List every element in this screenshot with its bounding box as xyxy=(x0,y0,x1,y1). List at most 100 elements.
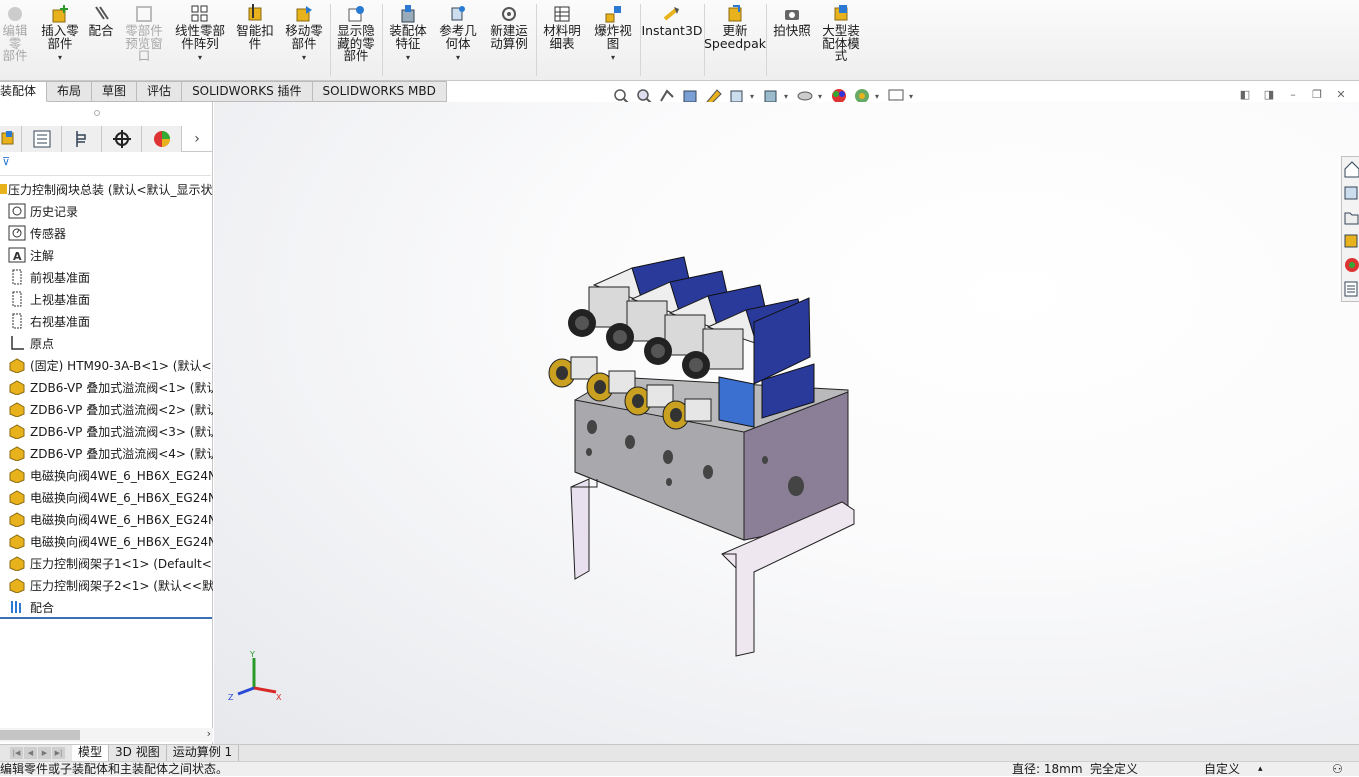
tree-root-assembly[interactable]: 压力控制阀块总装 (默认<默认_显示状 xyxy=(0,178,213,200)
part-icon xyxy=(8,489,26,506)
mate-icon xyxy=(91,4,111,24)
snapshot-icon xyxy=(782,4,802,24)
feature-manager-tab[interactable] xyxy=(0,126,22,152)
last-tab-icon[interactable]: ▶| xyxy=(52,747,65,759)
tree-item-component[interactable]: 电磁换向阀4WE_6_HB6X_EG24N xyxy=(0,508,213,530)
close-icon[interactable]: ✕ xyxy=(1334,88,1348,102)
file-explorer-icon[interactable] xyxy=(1342,205,1359,229)
tab-model[interactable]: 模型 xyxy=(72,745,110,761)
tree-item-component[interactable]: 电磁换向阀4WE_6_HB6X_EG24N xyxy=(0,486,213,508)
tree-item-component[interactable]: ZDB6-VP 叠加式溢流阀<1> (默认 xyxy=(0,376,213,398)
smart-fastener-icon xyxy=(245,4,265,24)
feature-manager-panel: › ⊽ 压力控制阀块总装 (默认<默认_显示状 历史记录 传感器 A 注解 前视… xyxy=(0,102,213,744)
speedpak-icon xyxy=(725,4,745,24)
tab-layout[interactable]: 布局 xyxy=(47,81,93,102)
exploded-view-button[interactable]: 爆炸视 图 ▾ xyxy=(590,4,636,65)
part-icon xyxy=(8,445,26,462)
assembly-feature-button[interactable]: 装配体 特征 ▾ xyxy=(386,4,430,65)
tab-solidworks-mbd[interactable]: SOLIDWORKS MBD xyxy=(312,81,447,102)
panel-horizontal-scrollbar[interactable]: › xyxy=(0,727,213,742)
insert-component-button[interactable]: 插入零 部件 ▾ xyxy=(38,4,82,65)
tree-item-annotations[interactable]: A 注解 xyxy=(0,244,213,266)
tile-right-icon[interactable]: ◨ xyxy=(1262,88,1276,102)
tab-motion-study-1[interactable]: 运动算例 1 xyxy=(167,745,240,761)
coordinate-triad: Y X Z xyxy=(228,650,288,704)
tile-left-icon[interactable]: ◧ xyxy=(1238,88,1252,102)
units-dropdown-icon[interactable]: ▴ xyxy=(1258,762,1263,777)
tree-item-component[interactable]: 压力控制阀架子1<1> (Default<< xyxy=(0,552,213,574)
plane-icon xyxy=(8,291,26,307)
tree-item-mates[interactable]: 配合 xyxy=(0,596,213,618)
view-palette-icon[interactable] xyxy=(1342,229,1359,253)
assembly-model[interactable] xyxy=(214,102,1359,744)
mate-button[interactable]: 配合 xyxy=(86,4,116,38)
valve-part xyxy=(632,394,644,408)
tab-sketch[interactable]: 草图 xyxy=(92,81,138,102)
minimize-icon[interactable]: – xyxy=(1286,88,1300,102)
instant3d-button[interactable]: Instant3D xyxy=(641,4,703,38)
tree-filter[interactable]: ⊽ xyxy=(0,152,211,176)
home-icon[interactable] xyxy=(1342,157,1359,181)
smart-fastener-button[interactable]: 智能扣 件 xyxy=(234,4,276,50)
valve-part xyxy=(684,398,712,422)
reference-geometry-button[interactable]: 参考几 何体 ▾ xyxy=(436,4,480,65)
axis-z-label: Z xyxy=(228,693,234,702)
dimxpert-manager-tab[interactable] xyxy=(102,126,142,152)
tree-item-history[interactable]: 历史记录 xyxy=(0,200,213,222)
move-component-icon xyxy=(294,4,314,24)
tree-item-origin[interactable]: 原点 xyxy=(0,332,213,354)
tab-assembly[interactable]: 装配体 xyxy=(0,81,48,102)
snapshot-button[interactable]: 拍快照 xyxy=(770,4,814,38)
tree-item-component[interactable]: ZDB6-VP 叠加式溢流阀<4> (默认 xyxy=(0,442,213,464)
first-tab-icon[interactable]: |◀ xyxy=(10,747,23,759)
graphics-area[interactable]: Y X Z xyxy=(214,102,1359,744)
display-manager-tab[interactable] xyxy=(142,126,182,152)
status-help-icon[interactable]: ⚇ xyxy=(1332,762,1343,777)
panel-splitter-handle[interactable] xyxy=(94,110,100,116)
large-assembly-icon xyxy=(831,4,851,24)
motion-study-icon xyxy=(499,4,519,24)
tree-item-component[interactable]: 电磁换向阀4WE_6_HB6X_EG24N xyxy=(0,530,213,552)
linear-pattern-button[interactable]: 线性零部 件阵列 ▾ xyxy=(172,4,228,65)
motion-study-button[interactable]: 新建运 动算例 xyxy=(486,4,532,50)
bom-icon xyxy=(552,4,572,24)
appearances-icon[interactable] xyxy=(1342,253,1359,277)
tab-evaluate[interactable]: 评估 xyxy=(137,81,183,102)
property-manager-tab[interactable] xyxy=(22,126,62,152)
component-preview-button[interactable]: 零部件 预览窗 口 xyxy=(122,4,166,63)
tree-item-right-plane[interactable]: 右视基准面 xyxy=(0,310,213,332)
tree-item-component[interactable]: ZDB6-VP 叠加式溢流阀<3> (默认 xyxy=(0,420,213,442)
tree-item-component[interactable]: 压力控制阀架子2<1> (默认<<默 xyxy=(0,574,213,596)
next-tab-icon[interactable]: ▶ xyxy=(38,747,51,759)
valve-part xyxy=(651,344,665,358)
move-component-button[interactable]: 移动零 部件 ▾ xyxy=(282,4,326,65)
design-library-icon[interactable] xyxy=(1342,181,1359,205)
configuration-manager-tab[interactable] xyxy=(62,126,102,152)
prev-tab-icon[interactable]: ◀ xyxy=(24,747,37,759)
status-definition: 完全定义 xyxy=(1090,762,1139,776)
update-speedpak-button[interactable]: 更新 Speedpak xyxy=(704,4,766,50)
bom-button[interactable]: 材料明 细表 xyxy=(540,4,584,50)
large-assembly-mode-button[interactable]: 大型装 配体模 式 xyxy=(818,4,864,63)
part-icon xyxy=(8,401,26,418)
tree-item-component[interactable]: ZDB6-VP 叠加式溢流阀<2> (默认 xyxy=(0,398,213,420)
panel-tabs: › xyxy=(0,126,213,152)
status-units[interactable]: 自定义 xyxy=(1204,762,1240,777)
tab-navigation: |◀ ◀ ▶ ▶| xyxy=(10,747,66,759)
edit-component-button[interactable]: 编辑零 部件 xyxy=(0,4,30,63)
tree-item-component[interactable]: (固定) HTM90-3A-B<1> (默认<< xyxy=(0,354,213,376)
tab-solidworks-addins[interactable]: SOLIDWORKS 插件 xyxy=(182,81,313,102)
tree-item-sensors[interactable]: 传感器 xyxy=(0,222,213,244)
rollback-bar[interactable] xyxy=(0,617,212,619)
scroll-right-icon[interactable]: › xyxy=(207,727,211,740)
command-manager-ribbon: 编辑零 部件 插入零 部件 ▾ 配合 零部件 预览窗 口 线性零部 件阵列 ▾ … xyxy=(0,0,1359,81)
restore-icon[interactable]: ❐ xyxy=(1310,88,1324,102)
tree-item-component[interactable]: 电磁换向阀4WE_6_HB6X_EG24N xyxy=(0,464,213,486)
show-hidden-button[interactable]: 显示隐 藏的零 部件 xyxy=(334,4,378,63)
tree-item-front-plane[interactable]: 前视基准面 xyxy=(0,266,213,288)
panel-tabs-expand-icon[interactable]: › xyxy=(182,126,212,152)
custom-properties-icon[interactable] xyxy=(1342,277,1359,301)
document-window-controls: ◧ ◨ – ❐ ✕ xyxy=(1238,88,1348,102)
tree-item-top-plane[interactable]: 上视基准面 xyxy=(0,288,213,310)
tab-3d-views[interactable]: 3D 视图 xyxy=(109,745,167,761)
